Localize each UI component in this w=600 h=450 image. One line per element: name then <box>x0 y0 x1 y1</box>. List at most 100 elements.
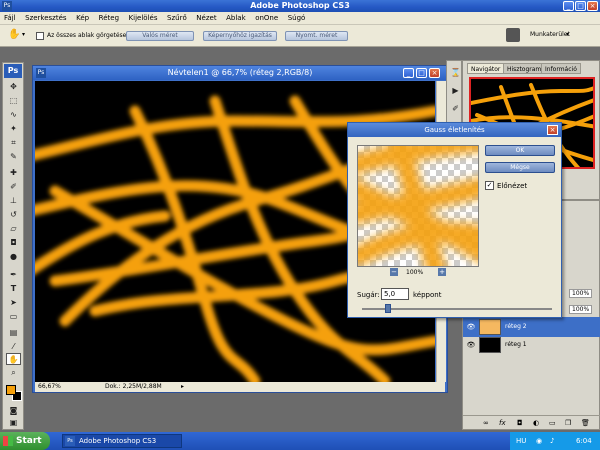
menu-window[interactable]: Ablak <box>222 12 249 22</box>
close-icon[interactable]: × <box>547 125 558 135</box>
layer-thumbnail <box>479 337 501 353</box>
brushes-panel-icon[interactable]: ✐ <box>448 103 463 115</box>
actions-panel-icon[interactable]: ▶ <box>448 85 463 97</box>
window-title: Adobe Photoshop CS3 <box>250 1 350 10</box>
menu-onone[interactable]: onOne <box>251 12 281 22</box>
layer-name: réteg 1 <box>505 341 527 348</box>
tab-info[interactable]: Információ <box>541 63 581 74</box>
new-layer-icon[interactable]: ❐ <box>565 416 571 430</box>
move-tool-icon[interactable]: ✥ <box>6 81 21 93</box>
zoom-tool-icon[interactable]: ⌕ <box>6 367 21 379</box>
zoom-in-button[interactable]: + <box>438 268 446 276</box>
marquee-tool-icon[interactable]: ⬚ <box>6 95 21 107</box>
brush-tool-icon[interactable]: ✐ <box>6 181 21 193</box>
type-tool-icon[interactable]: T <box>6 283 21 295</box>
radius-unit: képpont <box>413 291 442 299</box>
history-panel-icon[interactable]: ⌛ <box>448 67 463 79</box>
notes-tool-icon[interactable]: ▤ <box>6 327 21 339</box>
print-size-button[interactable]: Nyomt. méret <box>285 31 348 41</box>
doc-zoom-readout[interactable]: 66,67% <box>38 382 61 392</box>
doc-minimize-icon[interactable]: _ <box>403 68 414 78</box>
layer-thumbnail <box>479 319 501 335</box>
opacity-field[interactable]: 100% <box>569 289 593 298</box>
actual-pixels-button[interactable]: Valós méret <box>126 31 194 41</box>
windows-logo-icon <box>3 436 13 446</box>
screen-mode-icon[interactable]: ▣ <box>6 417 21 429</box>
fx-icon[interactable]: fx <box>499 416 506 430</box>
workspace-icon[interactable] <box>506 28 520 42</box>
eye-icon[interactable]: 👁 <box>466 317 476 337</box>
chevron-down-icon[interactable]: ▾ <box>22 31 25 38</box>
mask-icon[interactable]: ◘ <box>517 416 523 430</box>
pen-tool-icon[interactable]: ✒ <box>6 269 21 281</box>
bucket-tool-icon[interactable]: ◘ <box>6 237 21 249</box>
blur-preview[interactable] <box>357 145 479 267</box>
link-icon[interactable]: ∞ <box>483 416 489 430</box>
quick-mask-icon[interactable]: ◙ <box>6 405 21 417</box>
ok-button[interactable]: OK <box>485 145 555 156</box>
menu-file[interactable]: Fájl <box>0 12 19 22</box>
document-title: Névtelen1 @ 66,7% (réteg 2,RGB/8) <box>33 66 447 80</box>
scroll-all-checkbox[interactable] <box>36 32 44 40</box>
maximize-icon[interactable]: □ <box>575 1 586 11</box>
cancel-button[interactable]: Mégse <box>485 162 555 173</box>
menu-edit[interactable]: Szerkesztés <box>21 12 69 22</box>
history-brush-icon[interactable]: ↺ <box>6 209 21 221</box>
menu-layer[interactable]: Réteg <box>95 12 122 22</box>
group-icon[interactable]: ▭ <box>549 416 556 430</box>
lasso-tool-icon[interactable]: ∿ <box>6 109 21 121</box>
adjustment-icon[interactable]: ◐ <box>533 416 539 430</box>
tray-network-icon[interactable]: ◉ <box>536 432 542 450</box>
layer-row[interactable]: 👁 réteg 1 <box>463 335 600 355</box>
doc-close-icon[interactable]: × <box>429 68 440 78</box>
eye-icon[interactable]: 👁 <box>466 335 476 355</box>
close-icon[interactable]: × <box>587 1 598 11</box>
menu-image[interactable]: Kép <box>72 12 92 22</box>
scroll-all-label: Az összes ablak görgetése <box>47 32 127 39</box>
layer-row[interactable]: 👁 réteg 2 <box>463 317 600 337</box>
menu-help[interactable]: Súgó <box>284 12 309 22</box>
ps-logo-icon: Ps <box>4 64 22 78</box>
fill-field[interactable]: 100% <box>569 305 593 314</box>
start-button[interactable]: Start <box>0 432 50 450</box>
crop-tool-icon[interactable]: ⌗ <box>6 137 21 149</box>
hand-tool-icon[interactable]: ✋ <box>6 353 21 365</box>
hand-tool-icon[interactable]: ✋ <box>8 29 20 40</box>
toolbox: Ps ✥ ⬚ ∿ ✦ ⌗ ✎ ✚ ✐ ⊥ ↺ ▱ ◘ ● ✒ T ➤ ▭ ▤ ⁄… <box>2 62 24 430</box>
foreground-color-swatch[interactable] <box>6 385 16 395</box>
eyedropper-tool-icon[interactable]: ✎ <box>6 151 21 163</box>
radius-input[interactable]: 5,0 <box>381 288 409 300</box>
preview-strokes <box>358 146 478 266</box>
tab-navigator[interactable]: Navigátor <box>467 63 505 74</box>
blur-tool-icon[interactable]: ● <box>6 251 21 263</box>
path-select-icon[interactable]: ➤ <box>6 297 21 309</box>
eyedropper-icon[interactable]: ⁄ <box>6 341 21 353</box>
minimize-icon[interactable]: _ <box>563 1 574 11</box>
options-bar: ✋ ▾ Az összes ablak görgetése Valós mére… <box>0 25 600 47</box>
shape-tool-icon[interactable]: ▭ <box>6 311 21 323</box>
doc-maximize-icon[interactable]: □ <box>416 68 427 78</box>
eraser-tool-icon[interactable]: ▱ <box>6 223 21 235</box>
stamp-tool-icon[interactable]: ⊥ <box>6 195 21 207</box>
chevron-down-icon[interactable]: ▾ <box>566 31 569 38</box>
menu-filter[interactable]: Szűrő <box>163 12 190 22</box>
radius-slider-thumb[interactable] <box>385 304 391 313</box>
menu-view[interactable]: Nézet <box>192 12 219 22</box>
taskbar: Start Ps Adobe Photoshop CS3 HU ◉ ♪ 6:04 <box>0 432 600 450</box>
tab-histogram[interactable]: Hisztogram <box>503 63 546 74</box>
menu-select[interactable]: Kijelölés <box>125 12 161 22</box>
preview-checkbox[interactable]: ✓ <box>485 181 494 190</box>
taskbar-item-photoshop[interactable]: Ps Adobe Photoshop CS3 <box>62 434 182 448</box>
trash-icon[interactable]: 🗑 <box>581 416 590 430</box>
status-arrow-icon[interactable]: ▸ <box>181 382 184 392</box>
doc-info[interactable]: Dok.: 2,25M/2,88M <box>105 382 162 392</box>
layer-name: réteg 2 <box>505 323 527 330</box>
language-indicator[interactable]: HU <box>516 432 526 450</box>
magic-wand-tool-icon[interactable]: ✦ <box>6 123 21 135</box>
fit-screen-button[interactable]: Képernyőhöz igazítás <box>203 31 277 41</box>
workspace-button[interactable]: Munkaterület <box>530 31 570 38</box>
zoom-out-button[interactable]: − <box>390 268 398 276</box>
tray-volume-icon[interactable]: ♪ <box>550 432 554 450</box>
tray-clock[interactable]: 6:04 <box>576 432 592 450</box>
healing-tool-icon[interactable]: ✚ <box>6 167 21 179</box>
